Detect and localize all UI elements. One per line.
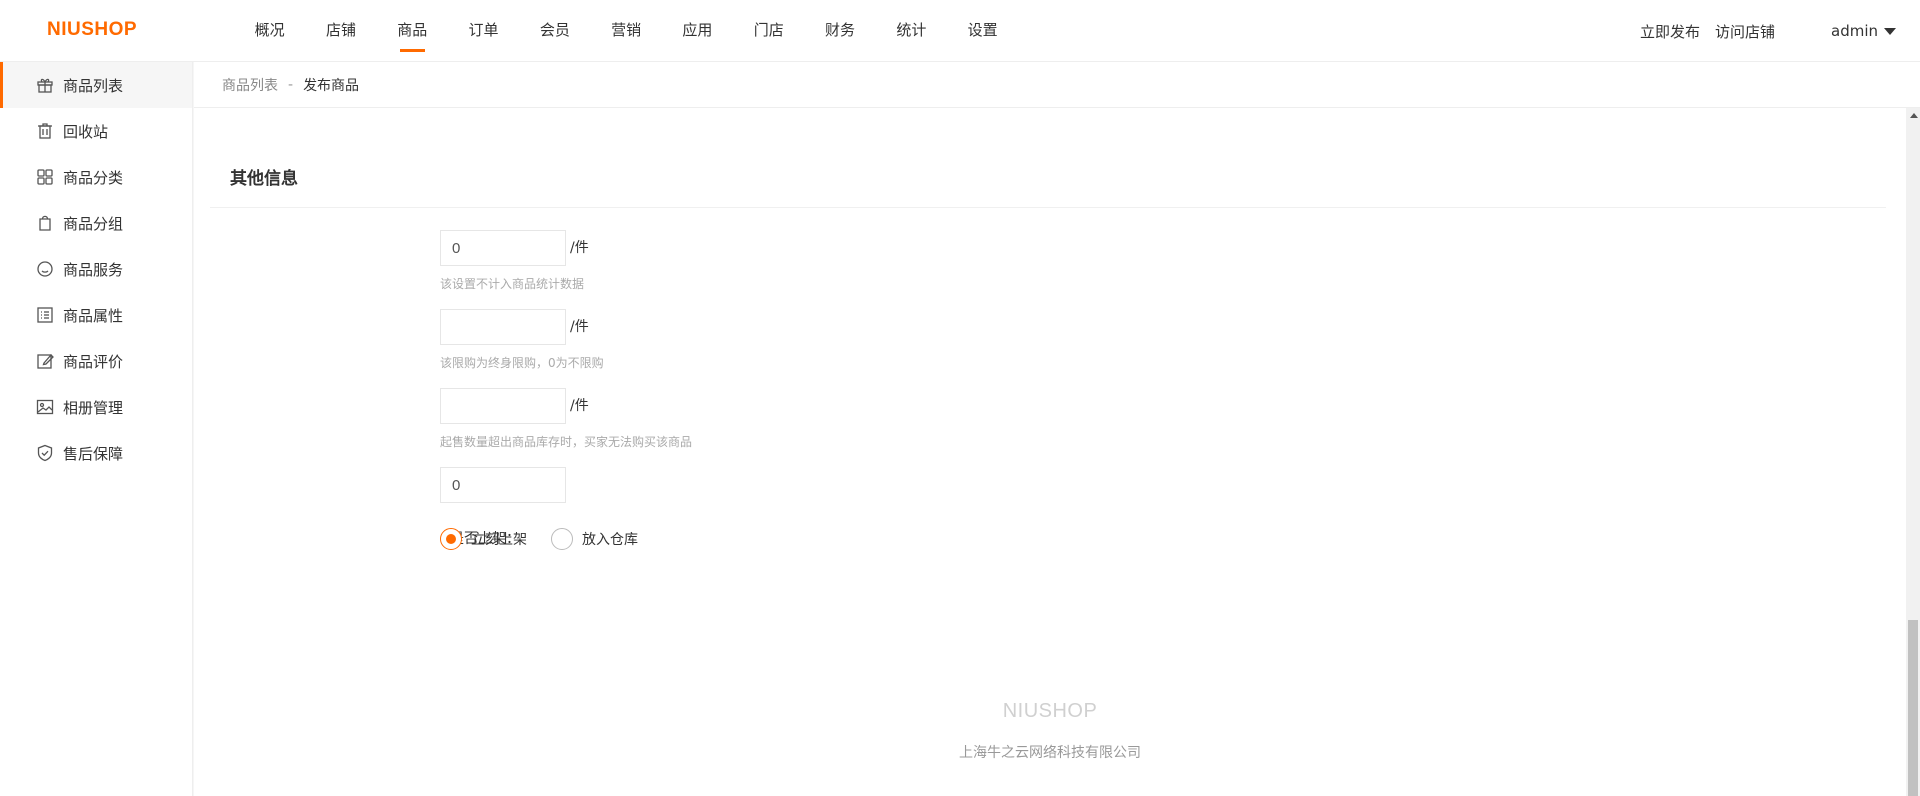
publish-now-link[interactable]: 立即发布 <box>1640 21 1700 42</box>
sidebar-item-label: 商品评价 <box>63 352 124 371</box>
sidebar-item-recycle-bin[interactable]: 回收站 <box>0 108 192 154</box>
sidebar-item-label: 商品属性 <box>63 306 124 325</box>
sidebar-item-label: 商品分类 <box>63 168 124 187</box>
sidebar-item-reviews[interactable]: 商品评价 <box>0 338 192 384</box>
min-purchase-hint: 起售数量超出商品库存时，买家无法购买该商品 <box>440 435 693 449</box>
radio-label: 立刻上架 <box>471 532 527 548</box>
scroll-up-icon[interactable] <box>1910 113 1918 118</box>
on-shelf-row: *是否上架： 立刻上架 放入仓库 <box>194 521 994 557</box>
list-icon <box>36 306 54 324</box>
brand-logo[interactable]: NIUSHOP <box>47 19 137 41</box>
sidebar-item-label: 相册管理 <box>63 398 124 417</box>
scroll-thumb[interactable] <box>1908 620 1918 796</box>
shield-icon <box>36 444 54 462</box>
edit-icon <box>36 352 54 370</box>
purchase-limit-input[interactable] <box>440 309 566 345</box>
nav-finance[interactable]: 财务 <box>804 0 875 62</box>
section-divider <box>210 207 1886 208</box>
purchase-limit-unit: /件 <box>570 319 589 335</box>
user-menu[interactable]: admin <box>1831 22 1896 40</box>
sidebar-item-after-sales[interactable]: 售后保障 <box>0 430 192 476</box>
footer-company: 上海牛之云网络科技有限公司 <box>959 745 1141 761</box>
sort-input[interactable] <box>440 467 566 503</box>
radio-checked-icon <box>440 528 462 550</box>
gift-icon <box>36 76 54 94</box>
smile-icon <box>36 260 54 278</box>
caret-down-icon <box>1884 27 1896 35</box>
breadcrumb-current: 发布商品 <box>303 77 360 94</box>
visit-store-link[interactable]: 访问店铺 <box>1715 21 1775 42</box>
on-shelf-radio-group: 立刻上架 放入仓库 <box>440 521 662 557</box>
sidebar-item-label: 售后保障 <box>63 444 124 463</box>
min-purchase-unit: /件 <box>570 398 589 414</box>
nav-settings[interactable]: 设置 <box>947 0 1018 62</box>
radio-put-in-warehouse[interactable]: 放入仓库 <box>551 528 638 550</box>
sold-count-input[interactable] <box>440 230 566 266</box>
radio-label: 放入仓库 <box>582 532 638 548</box>
nav-shops[interactable]: 门店 <box>733 0 804 62</box>
nav-goods[interactable]: 商品 <box>377 0 448 62</box>
main-nav: 概况 店铺 商品 订单 会员 营销 应用 门店 财务 统计 设置 <box>234 0 1018 62</box>
username: admin <box>1831 22 1878 40</box>
breadcrumb-separator: - <box>288 76 294 93</box>
grid-icon <box>36 168 54 186</box>
radio-unchecked-icon <box>551 528 573 550</box>
nav-apps[interactable]: 应用 <box>662 0 733 62</box>
sidebar-item-categories[interactable]: 商品分类 <box>0 154 192 200</box>
sidebar-item-label: 回收站 <box>63 122 109 141</box>
sidebar-item-groups[interactable]: 商品分组 <box>0 200 192 246</box>
sort-row: 排序： <box>194 467 994 503</box>
sidebar-item-label: 商品分组 <box>63 214 124 233</box>
breadcrumb: 商品列表 - 发布商品 <box>194 62 1920 108</box>
purchase-limit-hint: 该限购为终身限购，0为不限购 <box>440 356 604 370</box>
sold-count-unit: /件 <box>570 240 589 256</box>
radio-on-shelf-now[interactable]: 立刻上架 <box>440 528 527 550</box>
sold-count-row: 已售出数： /件 <box>194 230 994 266</box>
nav-members[interactable]: 会员 <box>519 0 590 62</box>
sidebar-item-albums[interactable]: 相册管理 <box>0 384 192 430</box>
top-navbar: NIUSHOP 概况 店铺 商品 订单 会员 营销 应用 门店 财务 统计 设置… <box>0 0 1920 62</box>
sold-count-hint: 该设置不计入商品统计数据 <box>440 277 585 291</box>
sidebar: 商品列表 回收站 商品分类 商品分组 商品服务 商品属性 商品评价 相册管理 售… <box>0 62 193 796</box>
footer-logo: NIUSHOP <box>1002 700 1098 722</box>
nav-store[interactable]: 店铺 <box>305 0 376 62</box>
main-content: 其他信息 已售出数： /件 该设置不计入商品统计数据 限购： /件 该限购为终身… <box>194 108 1906 796</box>
image-icon <box>36 398 54 416</box>
page-scrollbar[interactable] <box>1906 108 1920 796</box>
min-purchase-row: 起售： /件 <box>194 388 994 424</box>
sidebar-item-goods-list[interactable]: 商品列表 <box>0 62 192 108</box>
bag-icon <box>36 214 54 232</box>
sidebar-item-attributes[interactable]: 商品属性 <box>0 292 192 338</box>
purchase-limit-row: 限购： /件 <box>194 309 994 345</box>
section-title: 其他信息 <box>230 169 298 189</box>
sidebar-item-label: 商品服务 <box>63 260 124 279</box>
min-purchase-input[interactable] <box>440 388 566 424</box>
sidebar-item-label: 商品列表 <box>63 76 124 95</box>
top-right-actions: 立即发布 访问店铺 admin <box>1640 0 1920 62</box>
nav-statistics[interactable]: 统计 <box>876 0 947 62</box>
nav-orders[interactable]: 订单 <box>448 0 519 62</box>
nav-marketing[interactable]: 营销 <box>590 0 661 62</box>
trash-icon <box>36 122 54 140</box>
breadcrumb-goods-list[interactable]: 商品列表 <box>222 75 278 95</box>
nav-overview[interactable]: 概况 <box>234 0 305 62</box>
sidebar-item-services[interactable]: 商品服务 <box>0 246 192 292</box>
